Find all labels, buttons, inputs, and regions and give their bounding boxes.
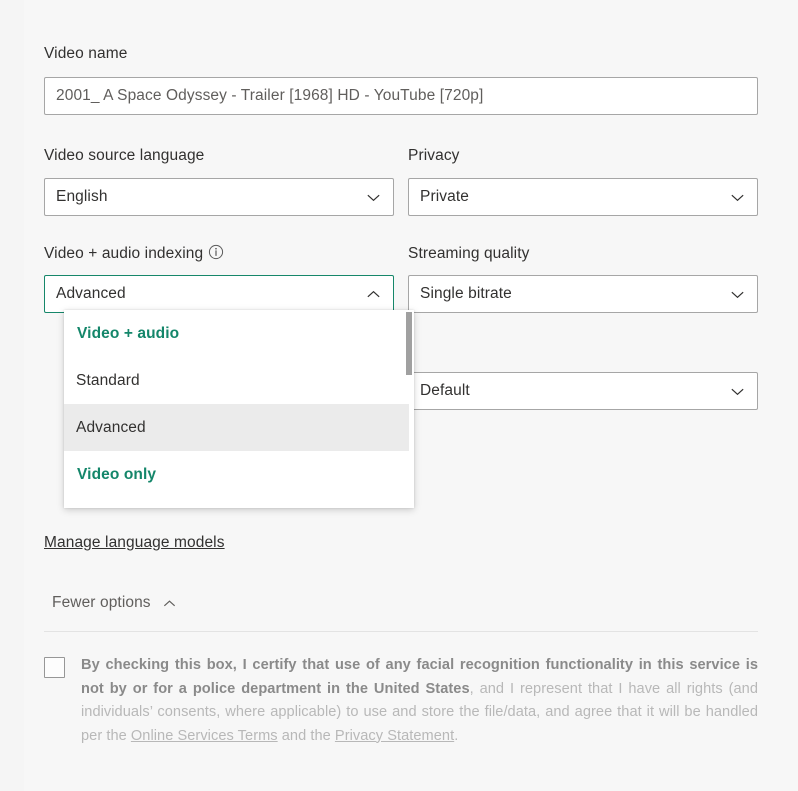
chevron-down-icon xyxy=(365,189,382,206)
consent-end-text: . xyxy=(454,727,459,744)
video-name-input[interactable]: 2001_ A Space Odyssey - Trailer [1968] H… xyxy=(44,77,758,115)
info-icon[interactable] xyxy=(208,244,224,260)
fewer-options-toggle[interactable]: Fewer options xyxy=(42,588,187,618)
dropdown-group-header-video-audio[interactable]: Video + audio xyxy=(64,310,414,357)
privacy-value: Private xyxy=(420,188,469,205)
dropdown-scrollbar-thumb[interactable] xyxy=(406,312,412,375)
facial-recognition-consent-checkbox[interactable] xyxy=(44,657,65,678)
video-audio-indexing-select[interactable]: Advanced xyxy=(44,275,394,313)
section-divider xyxy=(44,631,758,632)
dropdown-option-standard[interactable]: Standard xyxy=(64,357,414,404)
video-audio-indexing-dropdown[interactable]: Video + audio Standard Advanced Video on… xyxy=(64,310,414,508)
dropdown-group-header-video-only[interactable]: Video only xyxy=(64,451,414,498)
dropdown-scrollbar[interactable] xyxy=(406,312,412,504)
fewer-options-label: Fewer options xyxy=(52,594,151,611)
extra-option-value: Default xyxy=(420,382,470,399)
online-services-terms-link[interactable]: Online Services Terms xyxy=(131,728,278,744)
dropdown-option-advanced[interactable]: Advanced xyxy=(64,404,409,451)
streaming-quality-label: Streaming quality xyxy=(408,245,530,262)
streaming-quality-select[interactable]: Single bitrate xyxy=(408,275,758,313)
streaming-quality-value: Single bitrate xyxy=(420,285,512,302)
chevron-down-icon xyxy=(729,189,746,206)
extra-option-select[interactable]: Default xyxy=(408,372,758,410)
video-source-language-value: English xyxy=(56,188,108,205)
upload-settings-panel: Video name 2001_ A Space Odyssey - Trail… xyxy=(24,0,798,791)
privacy-label: Privacy xyxy=(408,147,460,164)
privacy-statement-link[interactable]: Privacy Statement xyxy=(335,728,454,744)
video-source-language-label: Video source language xyxy=(44,147,205,164)
facial-recognition-consent-text: By checking this box, I certify that use… xyxy=(81,654,758,748)
chevron-down-icon xyxy=(729,383,746,400)
consent-mid-text: and the xyxy=(277,727,335,744)
chevron-down-icon xyxy=(729,286,746,303)
manage-language-models-link[interactable]: Manage language models xyxy=(44,534,225,552)
video-audio-indexing-label-row: Video + audio indexing xyxy=(44,244,224,264)
video-source-language-select[interactable]: English xyxy=(44,178,394,216)
chevron-up-icon xyxy=(365,286,382,303)
video-name-label: Video name xyxy=(44,45,128,62)
dropdown-option-list: Video + audio Standard Advanced Video on… xyxy=(64,310,414,508)
facial-recognition-consent-row: By checking this box, I certify that use… xyxy=(44,654,758,748)
video-audio-indexing-label: Video + audio indexing xyxy=(44,245,204,262)
privacy-select[interactable]: Private xyxy=(408,178,758,216)
video-audio-indexing-value: Advanced xyxy=(56,285,126,302)
chevron-up-icon xyxy=(162,596,177,611)
